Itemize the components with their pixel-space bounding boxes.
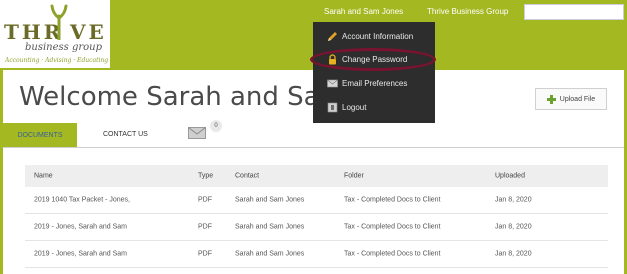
menu-item-logout[interactable]: Logout [313,97,435,119]
logo[interactable]: THR VE business group Accounting · Advis… [0,0,110,68]
row-uploaded: Jan 8, 2020 [495,196,532,204]
column-header-name[interactable]: Name [34,173,53,180]
logo-subtitle: business group [25,42,103,53]
menu-item-label: Email Preferences [342,79,408,88]
row-uploaded: Jan 8, 2020 [495,250,532,258]
menu-item-label: Account Information [342,32,414,41]
row-type: PDF [198,250,212,258]
nav-user-menu[interactable]: Sarah and Sam Jones [324,7,403,16]
tabs-divider [3,147,624,148]
nav-firm-link[interactable]: Thrive Business Group [427,7,508,16]
mail-icon[interactable] [188,127,206,139]
logo-word-right: VE [70,20,107,44]
table-row[interactable]: 2019 - Jones, Sarah and Sam PDF Sarah an… [25,214,608,241]
tab-documents-label: DOCUMENTS [17,131,63,139]
search-input[interactable] [524,4,624,20]
row-name[interactable]: 2019 1040 Tax Packet - Jones, [34,197,130,204]
row-uploaded: Jan 8, 2020 [495,223,532,231]
mail-icon [327,79,338,88]
row-folder: Tax - Completed Docs to Client [344,223,441,231]
row-contact: Sarah and Sam Jones [235,196,305,204]
table-row[interactable]: 2019 1040 Tax Packet - Jones, PDF Sarah … [25,187,608,214]
pencil-icon [328,32,337,41]
row-name[interactable]: 2019 - Jones, Sarah and Sam [34,251,127,258]
row-contact: Sarah and Sam Jones [235,223,305,231]
menu-item-account-information[interactable]: Account Information [313,26,435,48]
column-header-type[interactable]: Type [198,173,213,180]
documents-table: Name Type Contact Folder Uploaded 2019 1… [25,165,608,268]
column-header-folder[interactable]: Folder [344,173,364,180]
logo-tagline: Accounting · Advising · Educating [5,57,109,64]
row-type: PDF [198,196,212,204]
row-folder: Tax - Completed Docs to Client [344,250,441,258]
plus-icon [546,94,556,104]
menu-item-label: Logout [342,103,367,112]
row-folder: Tax - Completed Docs to Client [344,196,441,204]
tab-contact-us[interactable]: CONTACT US [103,131,148,138]
highlight-ring [310,48,436,71]
logout-icon [327,102,338,113]
row-contact: Sarah and Sam Jones [235,250,305,258]
tree-icon [50,4,68,40]
tab-documents[interactable]: DOCUMENTS [3,123,77,147]
row-type: PDF [198,223,212,231]
upload-file-label: Upload File [559,95,596,103]
column-header-contact[interactable]: Contact [235,173,259,180]
row-name[interactable]: 2019 - Jones, Sarah and Sam [34,224,127,231]
table-header: Name Type Contact Folder Uploaded [25,165,608,187]
user-dropdown-menu: Account Information Change Password Emai… [313,22,435,123]
table-row[interactable]: 2019 - Jones, Sarah and Sam PDF Sarah an… [25,241,608,268]
column-header-uploaded[interactable]: Uploaded [495,173,525,180]
menu-item-email-preferences[interactable]: Email Preferences [313,73,435,95]
upload-file-button[interactable]: Upload File [535,88,607,110]
mail-count-badge: 0 [210,120,222,132]
